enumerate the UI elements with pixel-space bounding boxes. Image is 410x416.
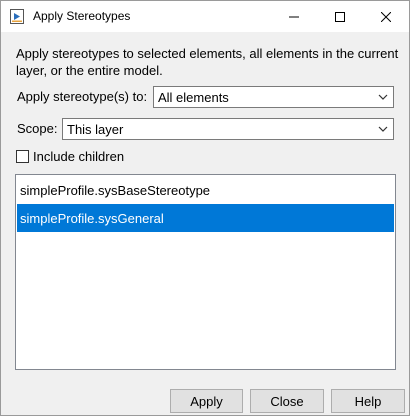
dialog-description: Apply stereotypes to selected elements, … [16, 46, 399, 78]
minimize-button[interactable] [271, 1, 317, 32]
scope-label: Scope: [17, 121, 58, 136]
app-icon [10, 9, 24, 24]
close-button[interactable]: Close [250, 389, 324, 413]
list-item[interactable]: simpleProfile.sysBaseStereotype [17, 176, 394, 204]
maximize-button[interactable] [317, 1, 363, 32]
chevron-down-icon [378, 94, 388, 100]
include-children-checkbox[interactable] [16, 150, 29, 163]
list-item-selected[interactable]: simpleProfile.sysGeneral [17, 204, 394, 232]
list-item-label: simpleProfile.sysGeneral [20, 210, 164, 226]
stereotype-list[interactable]: simpleProfile.sysBaseStereotype simplePr… [15, 174, 396, 370]
scope-value: This layer [67, 121, 124, 137]
title-bar[interactable]: Apply Stereotypes [1, 1, 409, 32]
list-item-label: simpleProfile.sysBaseStereotype [20, 182, 211, 198]
apply-button[interactable]: Apply [170, 389, 243, 413]
window-title: Apply Stereotypes [33, 9, 131, 23]
scope-dropdown[interactable]: This layer [62, 118, 394, 140]
include-children-label[interactable]: Include children [33, 149, 124, 164]
apply-to-dropdown[interactable]: All elements [153, 86, 394, 108]
apply-stereotypes-dialog: Apply Stereotypes Apply stereotypes to s… [0, 0, 410, 416]
apply-to-value: All elements [158, 89, 229, 105]
help-button[interactable]: Help [331, 389, 405, 413]
maximize-icon [335, 11, 345, 22]
chevron-down-icon [378, 126, 388, 132]
apply-to-label: Apply stereotype(s) to: [17, 89, 148, 104]
close-window-button[interactable] [363, 1, 409, 32]
minimize-icon [289, 16, 299, 17]
close-icon [381, 11, 391, 22]
